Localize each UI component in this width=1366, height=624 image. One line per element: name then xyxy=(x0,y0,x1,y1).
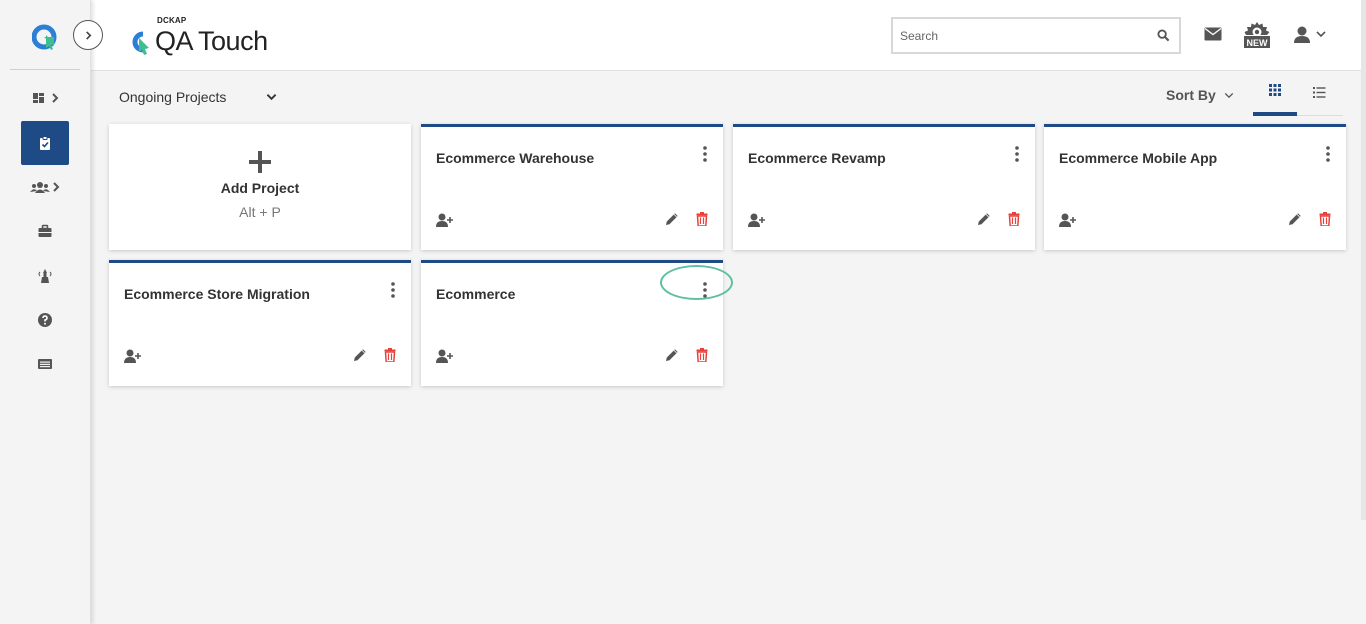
user-menu[interactable] xyxy=(1293,26,1327,49)
add-user-icon[interactable] xyxy=(436,213,454,227)
add-user-icon[interactable] xyxy=(124,349,142,363)
sidebar-item-help[interactable] xyxy=(21,298,69,342)
more-options-icon[interactable] xyxy=(1326,146,1330,162)
mail-icon[interactable] xyxy=(1204,27,1222,46)
sidebar-item-tools[interactable] xyxy=(21,254,69,298)
new-feature-icon[interactable]: NEW xyxy=(1243,21,1271,54)
delete-icon[interactable] xyxy=(1319,212,1331,226)
edit-icon[interactable] xyxy=(665,348,679,362)
new-badge-text: NEW xyxy=(1247,38,1269,48)
project-title[interactable]: Ecommerce Revamp xyxy=(748,150,886,166)
users-icon xyxy=(30,182,50,193)
project-card[interactable]: Ecommerce Warehouse xyxy=(421,124,723,250)
top-header: DCKAP QA Touch NEW xyxy=(91,0,1366,71)
add-user-icon[interactable] xyxy=(1059,213,1077,227)
sidebar-item-reports[interactable] xyxy=(21,342,69,386)
sidebar-item-dashboard[interactable] xyxy=(21,76,69,120)
edit-icon[interactable] xyxy=(665,212,679,226)
add-user-icon[interactable] xyxy=(748,213,766,227)
list-card-icon xyxy=(38,359,52,369)
delete-icon[interactable] xyxy=(384,348,396,362)
sort-by-label: Sort By xyxy=(1166,87,1216,103)
list-view-tab[interactable] xyxy=(1297,78,1341,116)
project-title[interactable]: Ecommerce Store Migration xyxy=(124,286,310,302)
sort-by-dropdown[interactable]: Sort By xyxy=(1166,87,1234,103)
project-title[interactable]: Ecommerce xyxy=(436,286,515,302)
project-filter-label: Ongoing Projects xyxy=(119,89,227,105)
grid-icon xyxy=(1269,84,1281,96)
delete-icon[interactable] xyxy=(696,212,708,226)
app-logo-icon[interactable] xyxy=(31,24,58,50)
sidebar xyxy=(0,0,91,624)
project-card[interactable]: Ecommerce Mobile App xyxy=(1044,124,1346,250)
more-options-icon[interactable] xyxy=(703,146,707,162)
dashboard-icon xyxy=(33,93,44,103)
edit-icon[interactable] xyxy=(353,348,367,362)
project-card[interactable]: Ecommerce Store Migration xyxy=(109,260,411,386)
project-filter-dropdown[interactable]: Ongoing Projects xyxy=(119,87,277,107)
brand-company: DCKAP xyxy=(157,16,187,25)
edit-icon[interactable] xyxy=(977,212,991,226)
project-title[interactable]: Ecommerce Warehouse xyxy=(436,150,594,166)
chevron-right-icon xyxy=(85,30,91,40)
search-box xyxy=(891,17,1181,54)
search-icon[interactable] xyxy=(1147,29,1179,42)
briefcase-icon xyxy=(38,224,52,237)
tower-icon xyxy=(38,269,52,283)
edit-icon[interactable] xyxy=(1288,212,1302,226)
chevron-right-icon xyxy=(52,93,59,103)
delete-icon[interactable] xyxy=(696,348,708,362)
more-options-icon[interactable] xyxy=(1015,146,1019,162)
highlight-annotation xyxy=(660,265,733,300)
clipboard-check-icon xyxy=(40,136,50,150)
sidebar-item-users[interactable] xyxy=(21,165,69,209)
sidebar-item-projects[interactable] xyxy=(21,121,69,165)
chevron-right-icon xyxy=(53,182,60,192)
project-card[interactable]: Ecommerce Revamp xyxy=(733,124,1035,250)
add-project-label: Add Project xyxy=(220,180,300,196)
delete-icon[interactable] xyxy=(1008,212,1020,226)
sidebar-expand-button[interactable] xyxy=(73,20,103,50)
grid-view-tab[interactable] xyxy=(1253,78,1297,116)
brand-logo[interactable]: DCKAP QA Touch xyxy=(129,16,268,56)
question-icon xyxy=(38,313,52,327)
search-input[interactable] xyxy=(893,19,1147,52)
brand-name: QA Touch xyxy=(155,26,268,56)
plus-icon xyxy=(249,151,271,173)
qa-touch-logo-icon xyxy=(132,31,149,55)
chevron-down-icon xyxy=(1224,92,1234,98)
more-options-icon[interactable] xyxy=(391,282,395,298)
add-project-card[interactable]: Add Project Alt + P xyxy=(109,124,411,250)
view-toggle xyxy=(1253,78,1343,116)
add-project-shortcut: Alt + P xyxy=(239,204,281,220)
sidebar-divider xyxy=(10,69,80,70)
project-title[interactable]: Ecommerce Mobile App xyxy=(1059,150,1217,166)
scrollbar-track[interactable] xyxy=(1361,0,1366,520)
add-user-icon[interactable] xyxy=(436,349,454,363)
sidebar-item-workspace[interactable] xyxy=(21,209,69,253)
chevron-down-icon xyxy=(267,94,277,101)
list-icon xyxy=(1312,86,1325,98)
